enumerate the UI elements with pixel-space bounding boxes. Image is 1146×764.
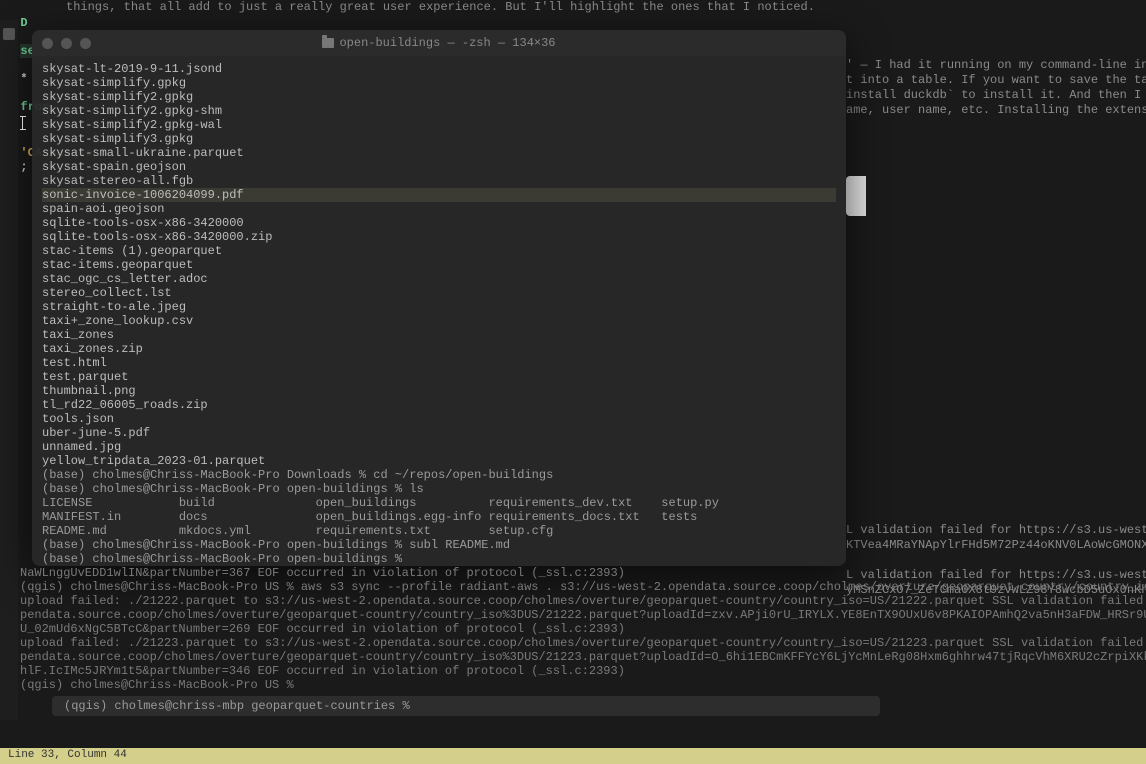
file-list-item: stac-items (1).geoparquet — [42, 244, 836, 258]
secondary-prompt-text: (qgis) cholmes@chriss-mbp geoparquet-cou… — [64, 699, 410, 713]
file-list-item: thumbnail.png — [42, 384, 836, 398]
file-list-item: sqlite-tools-osx-x86-3420000 — [42, 216, 836, 230]
terminal-title: open-buildings — -zsh — 134×36 — [32, 36, 846, 50]
terminal-output-line: (base) cholmes@Chriss-MacBook-Pro open-b… — [42, 482, 836, 496]
file-list-item: test.html — [42, 356, 836, 370]
file-list-item: test.parquet — [42, 370, 836, 384]
terminal-output-line: LICENSE build open_buildings requirement… — [42, 496, 836, 510]
cursor-position: Line 33, Column 44 — [8, 749, 127, 761]
file-list-item: tools.json — [42, 412, 836, 426]
file-list-item: skysat-stereo-all.fgb — [42, 174, 836, 188]
duckdb-prompt: D — [20, 16, 27, 30]
file-list-item: unnamed.jpg — [42, 440, 836, 454]
background-side-text: ' — I had it running on my command-line … — [846, 58, 1146, 598]
background-paragraph: things, that all add to just a really gr… — [30, 0, 815, 14]
file-list-item: skysat-simplify2.gpkg — [42, 90, 836, 104]
file-list-item: stac-items.geoparquet — [42, 258, 836, 272]
terminal-window[interactable]: open-buildings — -zsh — 134×36 skysat-lt… — [32, 30, 846, 566]
file-list-item: straight-to-ale.jpeg — [42, 300, 836, 314]
file-list-item: tl_rd22_06005_roads.zip — [42, 398, 836, 412]
terminal-output-line: (base) cholmes@Chriss-MacBook-Pro open-b… — [42, 552, 836, 566]
terminal-body[interactable]: skysat-lt-2019-9-11.jsondskysat-simplify… — [32, 56, 846, 572]
background-terminal-output: NaWLnggUvEDD1wlIN&partNumber=367 EOF occ… — [20, 566, 1146, 692]
file-list-item: taxi_zones.zip — [42, 342, 836, 356]
terminal-title-text: open-buildings — -zsh — 134×36 — [339, 36, 555, 50]
file-list-item: skysat-simplify2.gpkg-wal — [42, 118, 836, 132]
editor-status-bar: Line 33, Column 44 — [0, 748, 1146, 764]
file-list-item: yellow_tripdata_2023-01.parquet — [42, 454, 836, 468]
file-list-item: taxi+_zone_lookup.csv — [42, 314, 836, 328]
background-window-edge — [846, 176, 866, 216]
file-list-item: sonic-invoice-1006204099.pdf — [42, 188, 836, 202]
file-list-item: skysat-simplify2.gpkg-shm — [42, 104, 836, 118]
sql-terminator: ; — [20, 160, 27, 174]
file-list-item: skysat-spain.geojson — [42, 160, 836, 174]
file-list-item: skysat-simplify3.gpkg — [42, 132, 836, 146]
terminal-output-line: (base) cholmes@Chriss-MacBook-Pro Downlo… — [42, 468, 836, 482]
terminal-output-line: MANIFEST.in docs open_buildings.egg-info… — [42, 510, 836, 524]
file-list-item: skysat-lt-2019-9-11.jsond — [42, 62, 836, 76]
file-list-item: skysat-small-ukraine.parquet — [42, 146, 836, 160]
file-list-item: taxi_zones — [42, 328, 836, 342]
text-cursor-icon — [20, 116, 26, 130]
terminal-output-line: (base) cholmes@Chriss-MacBook-Pro open-b… — [42, 538, 836, 552]
file-list-item: sqlite-tools-osx-x86-3420000.zip — [42, 230, 836, 244]
file-list-item: stereo_collect.lst — [42, 286, 836, 300]
file-list-item: uber-june-5.pdf — [42, 426, 836, 440]
folder-icon — [322, 38, 334, 48]
secondary-terminal-prompt[interactable]: (qgis) cholmes@chriss-mbp geoparquet-cou… — [52, 696, 880, 716]
file-list-item: spain-aoi.geojson — [42, 202, 836, 216]
terminal-output-line: README.md mkdocs.yml requirements.txt se… — [42, 524, 836, 538]
file-list-item: stac_ogc_cs_letter.adoc — [42, 272, 836, 286]
sql-star: * — [20, 72, 27, 86]
file-list-item: skysat-simplify.gpkg — [42, 76, 836, 90]
terminal-titlebar[interactable]: open-buildings — -zsh — 134×36 — [32, 30, 846, 56]
